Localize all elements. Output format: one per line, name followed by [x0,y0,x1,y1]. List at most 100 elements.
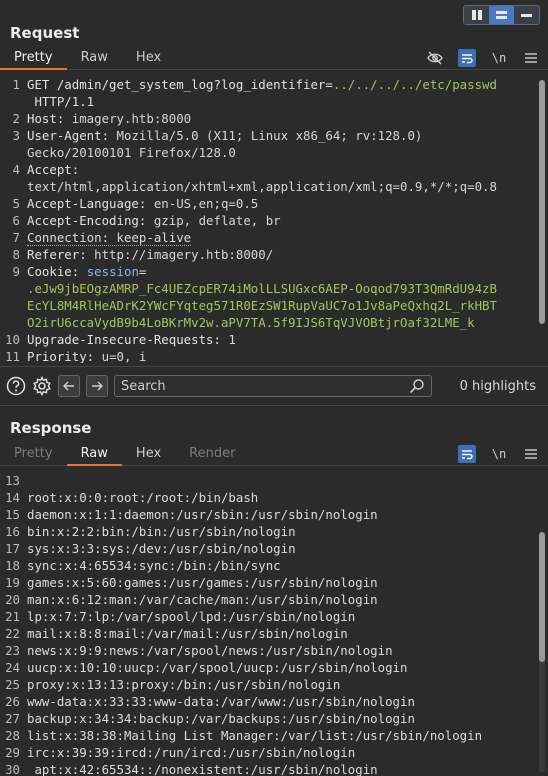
request-token: text/html,application/xhtml+xml,applicat… [27,179,497,194]
request-token: EcYL8M4RlHeADrK2YWcFYqteg571R0EzSW1RupVa… [27,298,497,313]
request-editor[interactable]: 1 GET /admin/get_system_log?log_identifie… [0,76,548,363]
arrow-left-icon[interactable] [58,375,80,397]
line-number: 4 [12,162,20,177]
request-line[interactable]: 1 GET /admin/get_system_log?log_identifie… [0,76,548,93]
response-line-text: mail:x:8:8:mail:/var/mail:/usr/sbin/nolo… [27,626,348,641]
response-line[interactable]: 21 lp:x:7:7:lp:/var/spool/lpd:/usr/sbin/n… [0,608,548,625]
line-number: 30 [5,762,20,776]
response-editor[interactable]: 13 14 root:x:0:0:root:/root:/bin/bash 15 dae… [0,472,548,776]
request-token: Cookie: [27,264,87,279]
request-tab-pretty[interactable]: Pretty [0,45,67,70]
request-tab-hex[interactable]: Hex [122,45,175,69]
highlights-count: 0 highlights [459,378,536,394]
response-line[interactable]: 29 irc:x:39:39:ircd:/run/ircd:/usr/sbin/n… [0,744,548,761]
request-line-text: .eJw9jbEOgzAMRP_Fc4UEZcpER74iMolLLSUGxc6… [24,280,548,297]
line-number: 23 [5,643,20,658]
menu-icon[interactable] [522,49,540,67]
request-line[interactable]: HTTP/1.1 [0,93,548,110]
eye-slash-icon[interactable] [426,49,444,67]
response-line[interactable]: 14 root:x:0:0:root:/root:/bin/bash [0,489,548,506]
response-tab-raw[interactable]: Raw [66,441,123,466]
response-line[interactable]: 24 uucp:x:10:10:uucp:/var/spool/uucp:/usr… [0,659,548,676]
line-number: 1 [12,77,20,92]
request-token: HTTP/1.1 [27,94,95,109]
response-line[interactable]: 17 sys:x:3:3:sys:/dev:/usr/sbin/nologin [0,540,548,557]
request-line[interactable]: 11 Priority: u=0, i [0,348,548,363]
line-number: 7 [12,230,20,245]
response-line[interactable]: 22 mail:x:8:8:mail:/var/mail:/usr/sbin/no… [0,625,548,642]
menu-icon[interactable] [522,445,540,463]
search-placeholder: Search [121,378,166,394]
line-number: 18 [5,558,20,573]
newline-toggle[interactable]: \n [490,445,508,463]
line-number: 8 [12,247,20,262]
response-tab-hex[interactable]: Hex [122,441,175,465]
split-columns-icon[interactable] [464,6,489,24]
request-line[interactable]: O2irU6ccaVydB9b4LoBKrMv2w.aPV7TA.5f9IJS6… [0,314,548,331]
request-line-text: Accept: [24,161,548,178]
request-line-text: HTTP/1.1 [24,93,548,110]
request-token: u=0, i [101,349,147,363]
request-line[interactable]: 2 Host: imagery.htb:8000 [0,110,548,127]
request-line[interactable]: 6 Accept-Encoding: gzip, deflate, br [0,212,548,229]
request-line-text: text/html,application/xhtml+xml,applicat… [24,178,548,195]
line-number: 22 [5,626,20,641]
request-token: gzip, deflate, br [153,213,281,228]
response-line[interactable]: 19 games:x:5:60:games:/usr/games:/usr/sbi… [0,574,548,591]
request-token: Mozilla/5.0 (X11; Linux x86_64; rv:128.0… [116,128,423,143]
request-line[interactable]: text/html,application/xhtml+xml,applicat… [0,178,548,195]
response-line[interactable]: 26 www-data:x:33:33:www-data:/var/www:/us… [0,693,548,710]
response-line[interactable]: 18 sync:x:4:65534:sync:/bin:/bin/sync [0,557,548,574]
request-token: = [138,264,147,279]
request-tabbar: Pretty Raw Hex \n [0,46,548,70]
search-input[interactable]: Search [114,375,432,397]
request-line-text: GET /admin/get_system_log?log_identifier… [24,76,548,93]
wrap-lines-icon[interactable] [458,49,476,67]
request-line-text: Gecko/20100101 Firefox/128.0 [24,144,548,161]
request-line[interactable]: EcYL8M4RlHeADrK2YWcFYqteg571R0EzSW1RupVa… [0,297,548,314]
tabs-icon[interactable] [514,6,539,24]
response-line[interactable]: 15 daemon:x:1:1:daemon:/usr/sbin:/usr/sbi… [0,506,548,523]
request-line-text: Accept-Encoding: gzip, deflate, br [24,212,548,229]
response-line[interactable]: 27 backup:x:34:34:backup:/var/backups:/us… [0,710,548,727]
wrap-lines-icon[interactable] [458,445,476,463]
arrow-right-icon[interactable] [86,375,108,397]
response-scroll-thumb[interactable] [539,532,545,662]
response-line[interactable]: 25 proxy:x:13:13:proxy:/bin:/usr/sbin/nol… [0,676,548,693]
stack-rows-icon[interactable] [489,6,514,24]
request-line[interactable]: 4 Accept: [0,161,548,178]
request-tab-raw[interactable]: Raw [67,45,122,69]
request-line[interactable]: 9 Cookie: session= [0,263,548,280]
line-number: 28 [5,728,20,743]
gear-icon[interactable] [32,376,52,396]
request-token: Accept-Language: [27,196,154,211]
response-line[interactable]: 30 _apt:x:42:65534::/nonexistent:/usr/sbi… [0,761,548,776]
request-scrollbar[interactable] [539,80,545,324]
request-title: Request [10,24,80,42]
response-line[interactable]: 13 [0,472,548,489]
request-line-text: Upgrade-Insecure-Requests: 1 [24,331,548,348]
request-line[interactable]: .eJw9jbEOgzAMRP_Fc4UEZcpER74iMolLLSUGxc6… [0,280,548,297]
request-scroll-thumb[interactable] [539,80,545,324]
help-icon[interactable] [6,376,26,396]
request-line-text: Connection: keep-alive [24,229,548,246]
request-line[interactable]: 5 Accept-Language: en-US,en;q=0.5 [0,195,548,212]
response-line[interactable]: 23 news:x:9:9:news:/var/spool/news:/usr/s… [0,642,548,659]
request-token: .eJw9jbEOgzAMRP_Fc4UEZcpER74iMolLLSUGxc6… [27,281,497,296]
search-icon[interactable] [409,378,425,398]
response-scrollbar[interactable] [539,532,545,772]
response-tab-render[interactable]: Render [175,441,249,465]
response-line[interactable]: 28 list:x:38:38:Mailing List Manager:/var… [0,727,548,744]
request-line[interactable]: 3 User-Agent: Mozilla/5.0 (X11; Linux x86… [0,127,548,144]
response-line-text: news:x:9:9:news:/var/spool/news:/usr/sbi… [27,643,393,658]
newline-toggle[interactable]: \n [490,49,508,67]
request-line[interactable]: Gecko/20100101 Firefox/128.0 [0,144,548,161]
request-line[interactable]: 7 Connection: keep-alive [0,229,548,246]
request-line[interactable]: 8 Referer: http://imagery.htb:8000/ [0,246,548,263]
request-line[interactable]: 10 Upgrade-Insecure-Requests: 1 [0,331,548,348]
response-title: Response [10,419,92,437]
response-tab-pretty[interactable]: Pretty [0,441,67,465]
response-line-text: list:x:38:38:Mailing List Manager:/var/l… [27,728,483,743]
response-line[interactable]: 20 man:x:6:12:man:/var/cache/man:/usr/sbi… [0,591,548,608]
response-line[interactable]: 16 bin:x:2:2:bin:/bin:/usr/sbin/nologin [0,523,548,540]
